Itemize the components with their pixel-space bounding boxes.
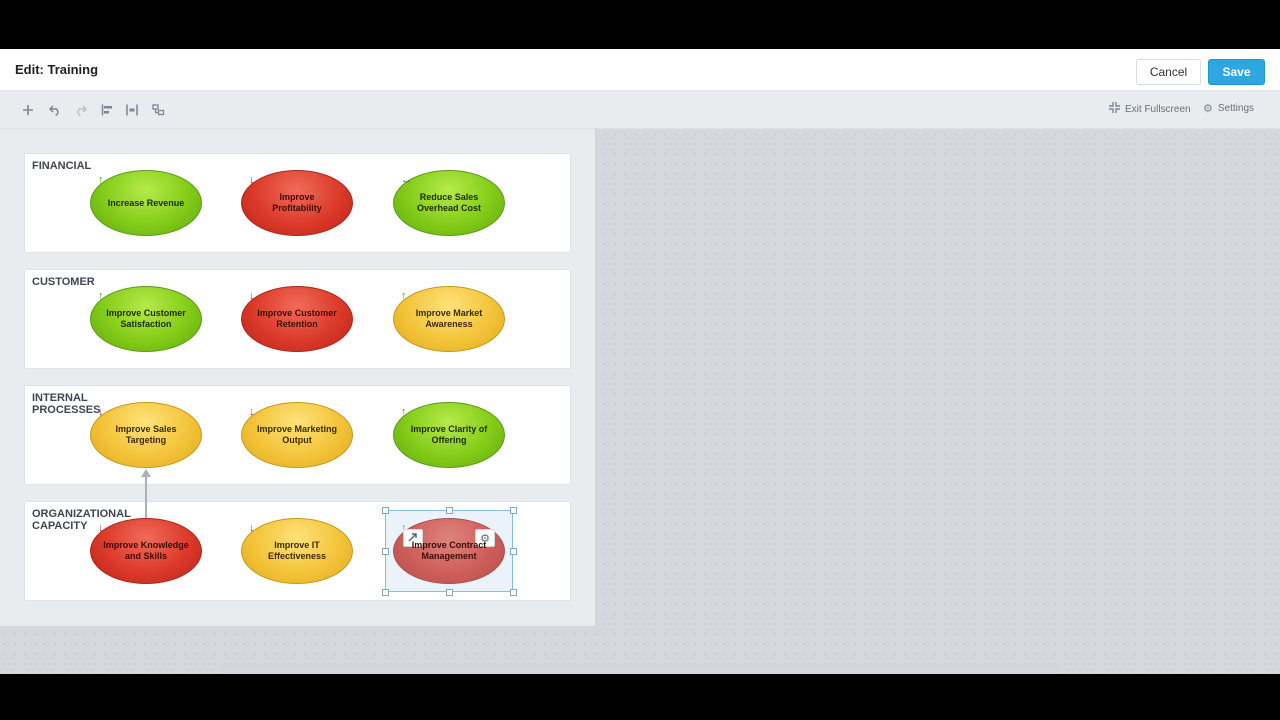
trend-icon: ↑ — [98, 174, 104, 186]
trend-icon: ↓ — [249, 406, 255, 418]
trend-icon: ↑ — [98, 290, 104, 302]
resize-handle-s[interactable] — [446, 589, 453, 596]
canvas-shadow — [220, 664, 1060, 674]
resize-handle-sw[interactable] — [382, 589, 389, 596]
trend-icon: ↓ — [98, 406, 104, 418]
objective-link-arrowhead — [141, 469, 151, 477]
objective-3-1[interactable]: ↓ Improve IT Effectiveness — [241, 518, 353, 584]
objective-0-1[interactable]: ↓ Improve Profitability — [241, 170, 353, 236]
editor-toolbar: Exit Fullscreen ⚙ Settings — [0, 91, 1280, 129]
add-icon[interactable] — [19, 101, 37, 119]
undo-icon[interactable] — [46, 101, 64, 119]
resize-handle-e[interactable] — [510, 548, 517, 555]
objective-name: Improve Profitability — [272, 192, 322, 213]
gear-icon: ⚙ — [1203, 103, 1213, 115]
exit-fullscreen-button[interactable]: Exit Fullscreen — [1109, 102, 1191, 116]
objective-name: Increase Revenue — [107, 197, 185, 208]
resize-handle-w[interactable] — [382, 548, 389, 555]
resize-handle-ne[interactable] — [510, 507, 517, 514]
objective-name: Improve Marketing Output — [256, 424, 338, 445]
trend-icon: ↓ — [249, 174, 255, 186]
resize-handle-se[interactable] — [510, 589, 517, 596]
save-button[interactable]: Save — [1208, 59, 1265, 85]
lane-label: CUSTOMER — [32, 276, 95, 288]
objective-2-2[interactable]: ↑ Improve Clarity of Offering — [393, 402, 505, 468]
settings-button[interactable]: ⚙ Settings — [1203, 102, 1254, 115]
redo-icon[interactable] — [71, 101, 89, 119]
objective-link-line[interactable] — [145, 476, 147, 518]
resize-handle-nw[interactable] — [382, 507, 389, 514]
editor-header: Edit: Training Cancel Save — [0, 49, 1280, 91]
group-icon[interactable] — [149, 101, 167, 119]
objective-1-0[interactable]: ↑ Improve Customer Satisfaction — [90, 286, 202, 352]
objective-0-0[interactable]: ↑ Increase Revenue — [90, 170, 202, 236]
objective-name: Improve Customer Satisfaction — [106, 308, 186, 329]
objective-name: Improve IT Effectiveness — [267, 540, 327, 561]
trend-icon: ↔ — [401, 174, 412, 186]
trend-icon: ↓ — [249, 522, 255, 534]
trend-icon: ↑ — [401, 406, 407, 418]
objective-name: Improve Clarity of Offering — [410, 424, 488, 445]
settings-label: Settings — [1217, 103, 1255, 114]
objective-1-1[interactable]: ↓ Improve Customer Retention — [241, 286, 353, 352]
objective-3-0[interactable]: ↓ Improve Knowledge and Skills — [90, 518, 202, 584]
trend-icon: ↑ — [401, 290, 407, 302]
cancel-button[interactable]: Cancel — [1136, 59, 1201, 85]
exit-fullscreen-label: Exit Fullscreen — [1125, 103, 1191, 115]
objective-2-0[interactable]: ↓ Improve Sales Targeting — [90, 402, 202, 468]
page-title: Edit: Training — [15, 62, 99, 77]
resize-handle-n[interactable] — [446, 507, 453, 514]
letterbox-top — [0, 0, 1280, 49]
distribute-icon[interactable] — [123, 101, 141, 119]
exit-fullscreen-icon — [1109, 102, 1120, 116]
objective-name: Improve Knowledge and Skills — [103, 540, 189, 561]
objective-name: Improve Contract Management — [411, 540, 487, 561]
objective-name: Improve Sales Targeting — [115, 424, 177, 445]
objective-name: Reduce Sales Overhead Cost — [416, 192, 482, 213]
trend-icon: ↓ — [249, 290, 255, 302]
trend-icon: ↓ — [98, 522, 104, 534]
letterbox-bottom — [0, 674, 1280, 720]
objective-name: Improve Market Awareness — [415, 308, 483, 329]
lane-label: FINANCIAL — [32, 160, 92, 172]
objective-2-1[interactable]: ↓ Improve Marketing Output — [241, 402, 353, 468]
objective-0-2[interactable]: ↔ Reduce Sales Overhead Cost — [393, 170, 505, 236]
align-left-icon[interactable] — [98, 101, 116, 119]
objective-name: Improve Customer Retention — [257, 308, 337, 329]
objective-1-2[interactable]: ↑ Improve Market Awareness — [393, 286, 505, 352]
